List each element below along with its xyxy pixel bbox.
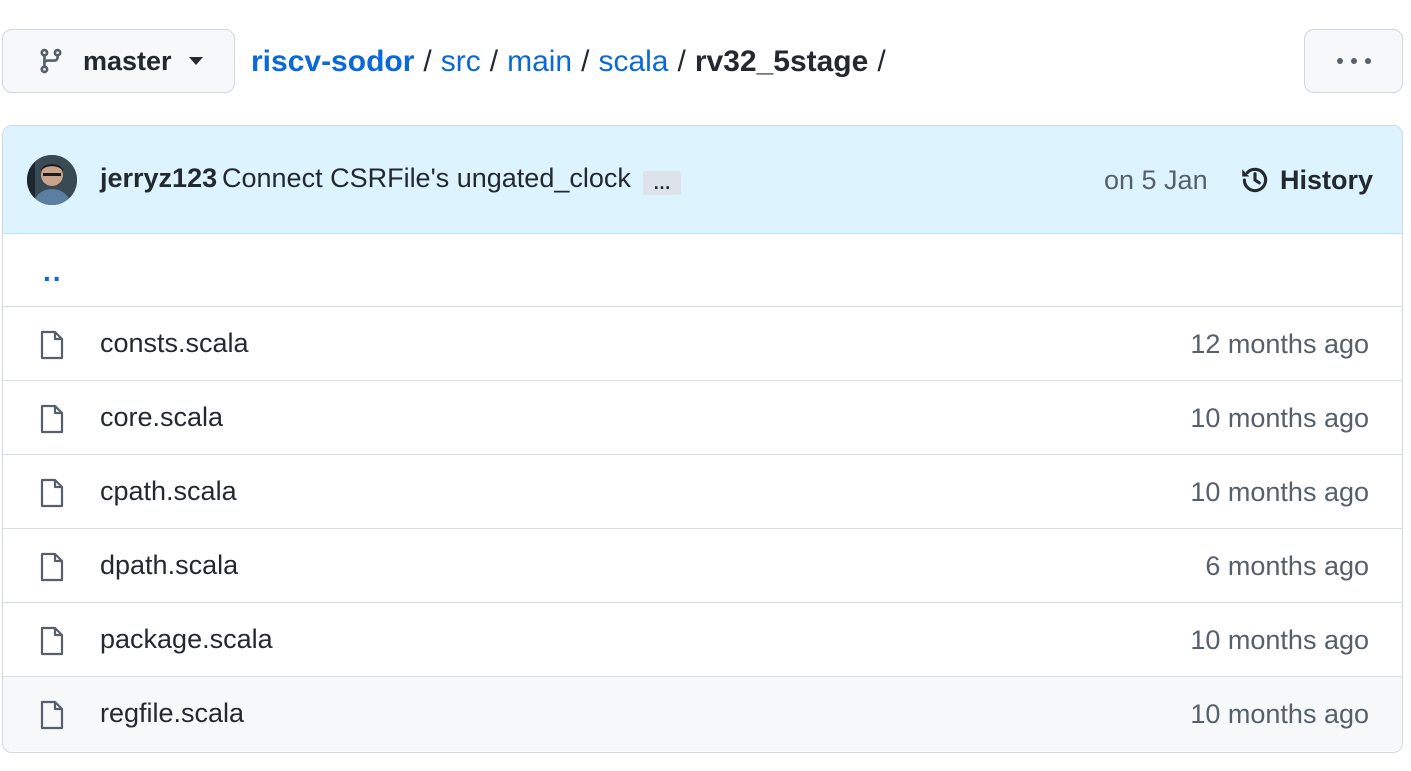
file-name-link[interactable]: core.scala — [100, 402, 223, 433]
kebab-dot — [1350, 58, 1357, 64]
commit-message-link[interactable]: Connect CSRFile's ungated_clock — [222, 163, 631, 194]
commit-date: on 5 Jan — [1104, 165, 1208, 195]
history-link[interactable]: History — [1238, 162, 1373, 198]
file-last-modified: 10 months ago — [1190, 699, 1369, 729]
file-icon — [40, 626, 64, 656]
file-icon — [40, 478, 64, 508]
breadcrumb-separator: / — [677, 45, 686, 78]
breadcrumb-current: rv32_5stage — [694, 45, 869, 78]
file-last-modified: 10 months ago — [1190, 625, 1369, 655]
breadcrumb-separator: / — [581, 45, 590, 78]
commit-author-link[interactable]: jerryz123 — [100, 163, 217, 194]
file-icon — [40, 552, 64, 582]
file-navigation: master riscv-sodor / src / main / scala … — [0, 0, 1411, 124]
more-options-button[interactable] — [1304, 29, 1403, 93]
file-last-modified: 12 months ago — [1190, 329, 1369, 359]
breadcrumb: riscv-sodor / src / main / scala / rv32_… — [251, 40, 895, 84]
history-label: History — [1280, 164, 1374, 195]
file-row: cpath.scala 10 months ago — [3, 455, 1402, 529]
file-name-link[interactable]: cpath.scala — [100, 476, 237, 507]
file-name-link[interactable]: consts.scala — [100, 328, 249, 359]
breadcrumb-link-src[interactable]: src — [441, 45, 481, 79]
file-row: dpath.scala 6 months ago — [3, 529, 1402, 603]
parent-directory-row: .. — [3, 234, 1402, 307]
file-last-modified: 6 months ago — [1205, 551, 1369, 581]
file-row: regfile.scala 10 months ago — [3, 677, 1402, 751]
file-list-box: jerryz123 Connect CSRFile's ungated_cloc… — [2, 125, 1403, 753]
breadcrumb-link-scala[interactable]: scala — [598, 45, 668, 79]
breadcrumb-separator: / — [877, 45, 886, 78]
avatar[interactable] — [27, 155, 77, 205]
breadcrumb-repo-link[interactable]: riscv-sodor — [251, 45, 414, 79]
breadcrumb-separator: / — [423, 45, 432, 78]
branch-select-button[interactable]: master — [2, 29, 235, 93]
caret-down-icon — [188, 57, 203, 65]
kebab-dot — [1364, 58, 1371, 64]
file-icon — [40, 700, 64, 730]
file-name-link[interactable]: regfile.scala — [100, 698, 244, 729]
breadcrumb-link-main[interactable]: main — [507, 45, 572, 79]
avatar-image-icon — [27, 155, 77, 205]
file-last-modified: 10 months ago — [1190, 403, 1369, 433]
breadcrumb-separator: / — [489, 45, 499, 78]
latest-commit-bar: jerryz123 Connect CSRFile's ungated_cloc… — [3, 126, 1402, 234]
file-name-link[interactable]: dpath.scala — [100, 550, 238, 581]
file-row: consts.scala 12 months ago — [3, 307, 1402, 381]
git-branch-icon — [40, 48, 62, 74]
kebab-horizontal-icon — [1336, 58, 1343, 64]
parent-directory-link[interactable]: .. — [43, 256, 63, 288]
history-icon — [1242, 167, 1268, 193]
file-icon — [40, 330, 64, 360]
file-last-modified: 10 months ago — [1190, 477, 1369, 507]
file-icon — [40, 404, 64, 434]
file-name-link[interactable]: package.scala — [100, 624, 273, 655]
branch-label: master — [83, 45, 172, 76]
file-row: package.scala 10 months ago — [3, 603, 1402, 677]
file-row: core.scala 10 months ago — [3, 381, 1402, 455]
expand-commit-message-button[interactable]: … — [643, 171, 681, 195]
